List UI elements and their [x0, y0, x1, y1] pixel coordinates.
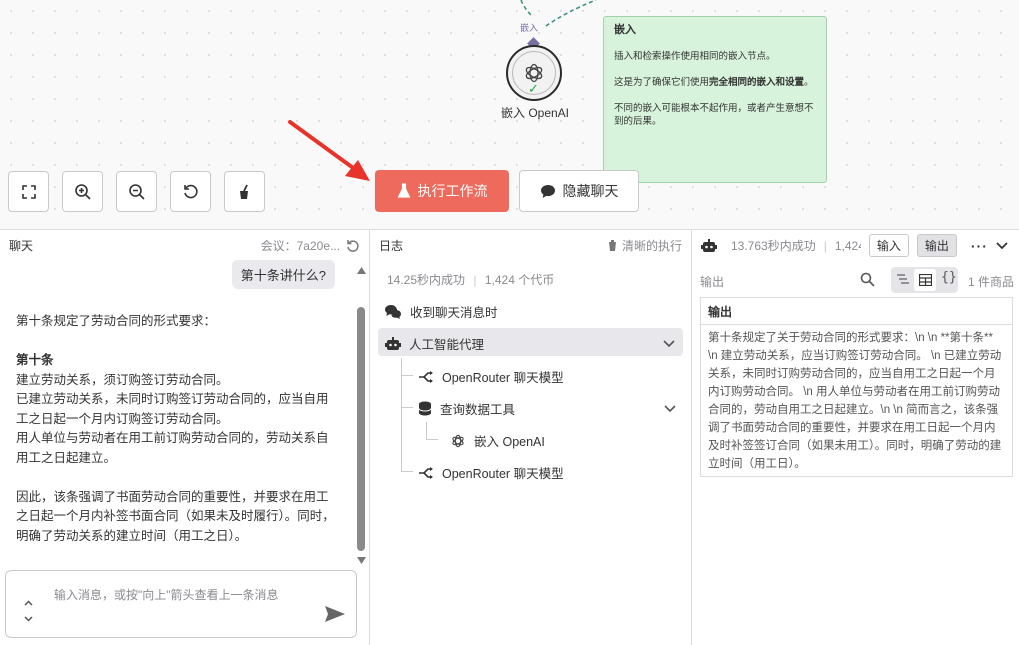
chevron-down-icon[interactable] — [996, 241, 1008, 250]
scroll-up-icon[interactable] — [357, 267, 366, 275]
table-view-icon — [918, 274, 932, 286]
openrouter-icon — [419, 370, 433, 383]
bot-message-line: 因此，该条强调了书面劳动合同的重要性，并要求在用工之日起一个月内补签书面合同（如… — [16, 489, 335, 543]
log-item-label: 查询数据工具 — [440, 403, 516, 417]
database-icon — [418, 401, 432, 416]
bot-message-heading: 第十条 — [16, 353, 54, 367]
search-icon[interactable] — [860, 272, 875, 287]
output-summary-time: 13.763秒内成功 — [731, 239, 816, 253]
log-item-label: 收到聊天消息时 — [410, 306, 498, 320]
bot-message-line: 建立劳动关系，须订购签订劳动合同。 — [16, 372, 229, 387]
log-item-embeddings-openai[interactable]: 嵌入 OpenAI — [450, 431, 545, 450]
schema-view-icon[interactable] — [896, 273, 910, 287]
output-summary-tokens: 1,424 — [834, 238, 861, 253]
bot-message-line: 用人单位与劳动者在用工前订购劳动合同的，劳动关系自用工之日起建立。 — [16, 431, 329, 465]
log-item-ai-agent[interactable]: 人工智能代理 — [385, 334, 675, 353]
tab-output[interactable]: 输出 — [916, 234, 957, 257]
chevron-down-icon[interactable] — [663, 339, 675, 348]
clear-execution-button[interactable]: 清晰的执行 — [607, 237, 682, 254]
chat-header: 聊天 会议：7a20e... — [0, 230, 369, 261]
logs-summary-time: 14.25秒内成功 — [387, 273, 466, 287]
scroll-down-icon[interactable] — [357, 557, 366, 565]
log-item-query-data-tool[interactable]: 查询数据工具 — [418, 399, 676, 418]
output-panel: 13.763秒内成功 | 1,424 输入 输出 ··· 输出 {} 1 件商品… — [692, 230, 1019, 645]
tab-input[interactable]: 输入 — [868, 234, 909, 257]
table-view-button[interactable] — [914, 269, 936, 291]
chat-scrollbar[interactable] — [357, 307, 365, 551]
log-item-openrouter-2[interactable]: OpenRouter 聊天模型 — [418, 463, 564, 482]
chat-title: 聊天 — [9, 239, 34, 253]
bottom-panels: 聊天 会议：7a20e... 第十条讲什么? 第十条规定了劳动合同的形式要求： … — [0, 229, 1019, 645]
log-item-label: 嵌入 OpenAI — [474, 435, 545, 449]
clear-execution-label: 清晰的执行 — [621, 239, 682, 253]
robot-icon — [701, 238, 717, 252]
chevron-down-icon[interactable] — [664, 404, 676, 413]
log-item-label: OpenRouter 聊天模型 — [442, 371, 564, 385]
trash-icon — [607, 240, 617, 251]
more-options-icon[interactable]: ··· — [971, 238, 988, 254]
chat-input[interactable]: 输入消息，或按"向上"箭头查看上一条消息 — [5, 570, 357, 638]
items-count: 1 件商品 — [968, 275, 1015, 289]
logs-title: 日志 — [379, 239, 404, 253]
openai-icon — [452, 434, 464, 447]
workflow-canvas[interactable]: 嵌入 ✓ 嵌入 OpenAI 嵌入 插入和检索操作使用相同的嵌入节点。 这是为了… — [0, 0, 1019, 229]
logs-summary-tokens: 1,424 个代币 — [484, 273, 555, 287]
logs-header: 日志 清晰的执行 — [370, 230, 691, 261]
history-arrows-icon[interactable] — [23, 597, 34, 625]
robot-icon — [385, 336, 401, 350]
bot-message: 第十条规定了劳动合同的形式要求： 第十条 建立劳动关系，须订购签订劳动合同。 已… — [16, 312, 336, 546]
send-icon[interactable] — [324, 605, 346, 623]
logs-panel: 日志 清晰的执行 14.25秒内成功 | 1,424 个代币 收到聊天消息时 人… — [370, 230, 692, 645]
bot-message-line: 第十条规定了劳动合同的形式要求： — [16, 314, 217, 328]
chat-trigger-icon — [385, 305, 401, 319]
output-section-label: 输出 — [700, 275, 725, 289]
session-id: 会议：7a20e... — [260, 239, 340, 253]
logs-summary: 14.25秒内成功 | 1,424 个代币 — [387, 273, 555, 287]
annotation-arrow-icon — [288, 120, 370, 181]
log-item-openrouter-1[interactable]: OpenRouter 聊天模型 — [418, 367, 564, 386]
output-header: 13.763秒内成功 | 1,424 输入 输出 ··· — [692, 230, 1019, 261]
user-message: 第十条讲什么? — [231, 260, 335, 289]
bot-message-line: 已建立劳动关系，未同时订购签订劳动合同的，应当自用工之日起一个月内订购签订劳动合… — [16, 392, 329, 426]
log-item-label: OpenRouter 聊天模型 — [442, 467, 564, 481]
log-item-chat-trigger[interactable]: 收到聊天消息时 — [384, 302, 498, 321]
reset-session-icon[interactable] — [346, 239, 360, 253]
openrouter-icon — [419, 466, 433, 479]
output-cell-text: 第十条规定了关于劳动合同的形式要求：\n \n **第十条** \n 建立劳动关… — [708, 332, 1002, 470]
log-item-label: 人工智能代理 — [409, 338, 485, 352]
json-view-icon[interactable]: {} — [941, 270, 957, 285]
output-data-box: 输出 第十条规定了关于劳动合同的形式要求：\n \n **第十条** \n 建立… — [700, 297, 1013, 477]
output-column-header: 输出 — [701, 298, 1012, 325]
chat-panel: 聊天 会议：7a20e... 第十条讲什么? 第十条规定了劳动合同的形式要求： … — [0, 230, 370, 645]
chat-input-placeholder: 输入消息，或按"向上"箭头查看上一条消息 — [54, 588, 279, 602]
